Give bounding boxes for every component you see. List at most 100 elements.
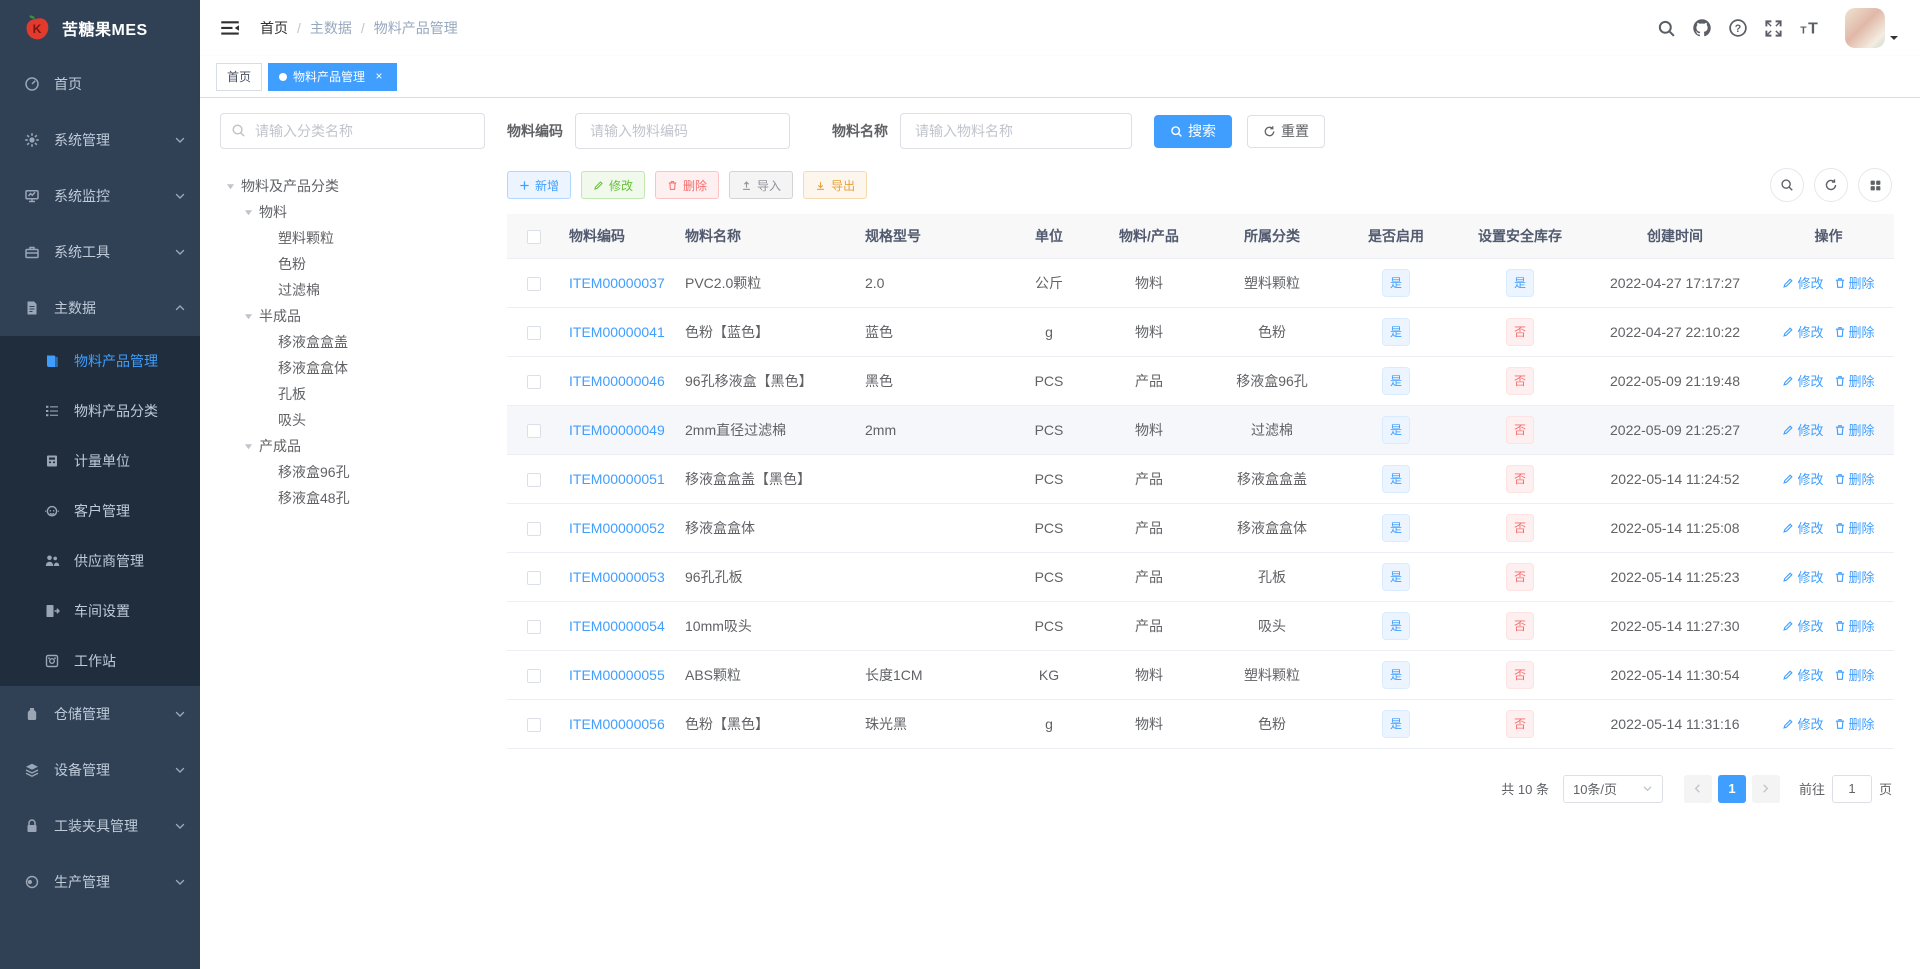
tree-node[interactable]: 吸头 (220, 407, 485, 433)
tree-node[interactable]: 塑料颗粒 (220, 225, 485, 251)
row-checkbox[interactable] (527, 717, 541, 732)
goto-page-input[interactable] (1831, 774, 1872, 803)
row-edit-link[interactable]: 修改 (1782, 665, 1824, 684)
tree-node-root[interactable]: 物料及产品分类 (220, 173, 485, 199)
material-code-link[interactable]: ITEM00000049 (569, 422, 665, 438)
material-code-link[interactable]: ITEM00000051 (569, 471, 665, 487)
row-edit-link[interactable]: 修改 (1782, 714, 1824, 733)
tree-expand-icon[interactable] (226, 182, 235, 191)
sidebar-item-workshop-setting[interactable]: 车间设置 (0, 586, 200, 636)
material-name-input[interactable] (900, 113, 1132, 149)
prev-page-button[interactable] (1683, 774, 1712, 803)
show-search-icon[interactable] (1770, 168, 1804, 202)
sidebar-item-system-tools[interactable]: 系统工具 (0, 224, 200, 280)
table-row[interactable]: ITEM00000056 色粉【黑色】 珠光黑 g 物料 色粉 是 否 2022… (507, 699, 1894, 749)
breadcrumb-home[interactable]: 首页 (260, 18, 288, 38)
row-checkbox[interactable] (527, 619, 541, 634)
material-code-input[interactable] (575, 113, 790, 149)
tree-node[interactable]: 过滤棉 (220, 277, 485, 303)
sidebar-item-home[interactable]: 首页 (0, 56, 200, 112)
tree-expand-icon[interactable] (244, 312, 253, 321)
tag-material-product-manage[interactable]: 物料产品管理 × (268, 62, 398, 91)
page-size-select[interactable]: 10条/页 (1562, 774, 1663, 803)
sidebar-item-system-manage[interactable]: 系统管理 (0, 112, 200, 168)
table-row[interactable]: ITEM00000054 10mm吸头 PCS 产品 吸头 是 否 2022-0… (507, 601, 1894, 651)
row-checkbox[interactable] (527, 668, 541, 683)
row-edit-link[interactable]: 修改 (1782, 273, 1824, 292)
user-menu[interactable] (1845, 8, 1898, 48)
tree-node[interactable]: 移液盒盒体 (220, 355, 485, 381)
row-delete-link[interactable]: 删除 (1834, 322, 1875, 341)
sidebar-item-master-data[interactable]: 主数据 (0, 280, 200, 336)
refresh-icon[interactable] (1814, 168, 1848, 202)
sidebar-item-equipment-manage[interactable]: 设备管理 (0, 742, 200, 798)
material-code-link[interactable]: ITEM00000046 (569, 373, 665, 389)
sidebar-item-production-manage[interactable]: 生产管理 (0, 854, 200, 910)
row-delete-link[interactable]: 删除 (1834, 420, 1875, 439)
reset-button[interactable]: 重置 (1247, 114, 1325, 148)
sidebar-item-customer-manage[interactable]: 客户管理 (0, 486, 200, 536)
tree-node[interactable]: 移液盒48孔 (220, 485, 485, 511)
search-button[interactable]: 搜索 (1154, 114, 1232, 148)
import-button[interactable]: 导入 (729, 171, 794, 199)
row-checkbox[interactable] (527, 276, 541, 291)
tree-node[interactable]: 物料 (220, 199, 485, 225)
page-number-button[interactable]: 1 (1717, 774, 1746, 803)
sidebar-item-system-monitor[interactable]: 系统监控 (0, 168, 200, 224)
row-delete-link[interactable]: 删除 (1834, 665, 1875, 684)
row-edit-link[interactable]: 修改 (1782, 518, 1824, 537)
table-row[interactable]: ITEM00000049 2mm直径过滤棉 2mm PCS 物料 过滤棉 是 否… (507, 405, 1894, 455)
export-button[interactable]: 导出 (803, 171, 868, 199)
row-checkbox[interactable] (527, 521, 541, 536)
tree-node[interactable]: 色粉 (220, 251, 485, 277)
material-code-link[interactable]: ITEM00000053 (569, 569, 665, 585)
table-row[interactable]: ITEM00000055 ABS颗粒 长度1CM KG 物料 塑料颗粒 是 否 … (507, 650, 1894, 700)
font-size-icon[interactable]: TT (1799, 18, 1821, 38)
row-checkbox[interactable] (527, 325, 541, 340)
category-search-input[interactable] (220, 113, 485, 149)
row-checkbox[interactable] (527, 472, 541, 487)
search-icon[interactable] (1657, 19, 1676, 38)
material-code-link[interactable]: ITEM00000056 (569, 716, 665, 732)
material-code-link[interactable]: ITEM00000054 (569, 618, 665, 634)
material-code-link[interactable]: ITEM00000055 (569, 667, 665, 683)
tree-expand-icon[interactable] (244, 208, 253, 217)
row-checkbox[interactable] (527, 423, 541, 438)
sidebar-item-fixture-manage[interactable]: 工装夹具管理 (0, 798, 200, 854)
row-edit-link[interactable]: 修改 (1782, 616, 1824, 635)
material-code-link[interactable]: ITEM00000037 (569, 275, 665, 291)
sidebar-toggle-icon[interactable] (216, 14, 244, 42)
row-edit-link[interactable]: 修改 (1782, 371, 1824, 390)
row-delete-link[interactable]: 删除 (1834, 518, 1875, 537)
material-code-link[interactable]: ITEM00000041 (569, 324, 665, 340)
tree-node[interactable]: 产成品 (220, 433, 485, 459)
help-icon[interactable]: ? (1728, 18, 1748, 38)
sidebar-item-supplier-manage[interactable]: 供应商管理 (0, 536, 200, 586)
row-delete-link[interactable]: 删除 (1834, 567, 1875, 586)
next-page-button[interactable] (1751, 774, 1780, 803)
add-button[interactable]: 新增 (507, 171, 572, 199)
row-checkbox[interactable] (527, 570, 541, 585)
sidebar-item-workstation[interactable]: 工作站 (0, 636, 200, 686)
sidebar-item-warehouse-manage[interactable]: 仓储管理 (0, 686, 200, 742)
tree-expand-icon[interactable] (244, 442, 253, 451)
columns-grid-icon[interactable] (1858, 168, 1892, 202)
table-row[interactable]: ITEM00000052 移液盒盒体 PCS 产品 移液盒盒体 是 否 2022… (507, 503, 1894, 553)
tree-node[interactable]: 移液盒96孔 (220, 459, 485, 485)
row-delete-link[interactable]: 删除 (1834, 371, 1875, 390)
sidebar-item-material-product-category[interactable]: 物料产品分类 (0, 386, 200, 436)
table-row[interactable]: ITEM00000041 色粉【蓝色】 蓝色 g 物料 色粉 是 否 2022-… (507, 307, 1894, 357)
row-delete-link[interactable]: 删除 (1834, 616, 1875, 635)
row-checkbox[interactable] (527, 374, 541, 389)
sidebar-item-measure-unit[interactable]: 计量单位 (0, 436, 200, 486)
row-delete-link[interactable]: 删除 (1834, 469, 1875, 488)
fullscreen-icon[interactable] (1764, 19, 1783, 38)
github-icon[interactable] (1692, 18, 1712, 38)
table-row[interactable]: ITEM00000051 移液盒盒盖【黑色】 PCS 产品 移液盒盒盖 是 否 … (507, 454, 1894, 504)
delete-button[interactable]: 删除 (655, 171, 720, 199)
select-all-checkbox[interactable] (527, 229, 541, 244)
tree-node[interactable]: 半成品 (220, 303, 485, 329)
edit-button[interactable]: 修改 (581, 171, 646, 199)
row-delete-link[interactable]: 删除 (1834, 273, 1875, 292)
avatar[interactable] (1845, 8, 1885, 48)
